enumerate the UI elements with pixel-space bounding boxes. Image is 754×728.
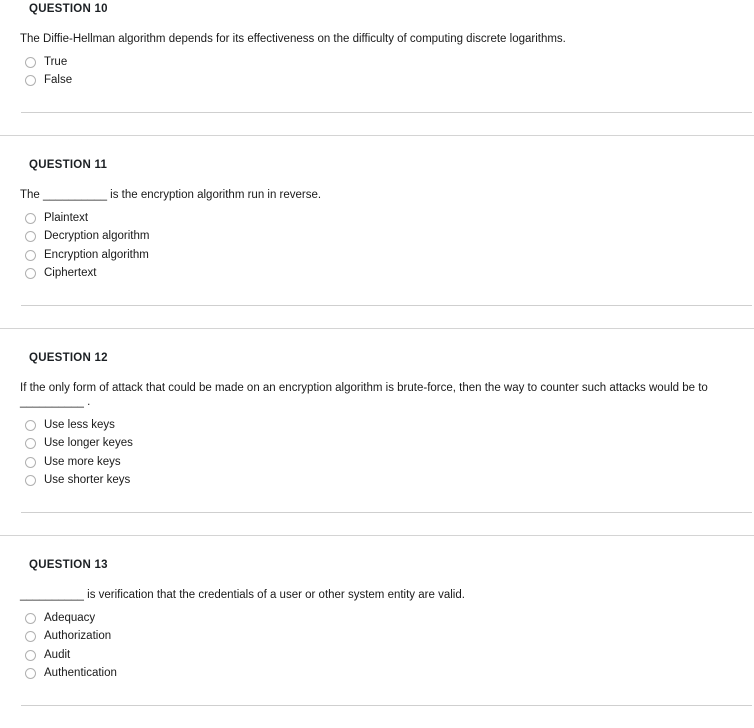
radio-button-icon[interactable] [25, 249, 36, 261]
answer-option-label: Ciphertext [44, 267, 97, 280]
answer-option[interactable]: Encryption algorithm [0, 246, 754, 265]
answer-option[interactable]: Use shorter keys [0, 472, 754, 491]
answer-option-label: Use less keys [44, 418, 115, 431]
question-prompt: __________ is verification that the cred… [20, 589, 465, 601]
question-block: QUESTION 10 The Diffie-Hellman algorithm … [0, 0, 754, 135]
answer-option[interactable]: Decryption algorithm [0, 228, 754, 247]
answer-option[interactable]: True [0, 53, 754, 72]
answer-option-label: Use longer keyes [44, 437, 133, 450]
radio-button-icon[interactable] [25, 212, 36, 224]
answer-option-label: Authorization [44, 630, 112, 643]
answer-option-group: True False [0, 53, 754, 90]
answer-option[interactable]: Audit [0, 646, 754, 665]
question-header: QUESTION 11 [29, 159, 108, 171]
question-header: QUESTION 13 [29, 559, 108, 571]
radio-button-icon[interactable] [25, 631, 36, 643]
question-header: QUESTION 10 [29, 3, 108, 15]
radio-button-icon[interactable] [25, 75, 36, 87]
radio-button-icon[interactable] [25, 612, 36, 624]
radio-button-icon[interactable] [25, 475, 36, 487]
answer-option-label: Decryption algorithm [44, 230, 150, 243]
answer-option-label: Authentication [44, 667, 117, 680]
answer-option-label: Use shorter keys [44, 474, 131, 487]
answer-option[interactable]: Use more keys [0, 453, 754, 472]
question-block: QUESTION 13 __________ is verification th… [0, 535, 754, 728]
question-prompt: The Diffie-Hellman algorithm depends for… [20, 33, 566, 45]
radio-button-icon[interactable] [25, 56, 36, 68]
radio-button-icon[interactable] [25, 668, 36, 680]
answer-option[interactable]: Ciphertext [0, 265, 754, 284]
radio-button-icon[interactable] [25, 419, 36, 431]
radio-button-icon[interactable] [25, 268, 36, 280]
answer-option-label: Use more keys [44, 455, 121, 468]
answer-option-label: Adequacy [44, 611, 96, 624]
answer-option-label: False [44, 74, 73, 87]
answer-option-label: Encryption algorithm [44, 248, 149, 261]
answer-option-group: Use less keys Use longer keyes Use more ke… [0, 416, 754, 490]
answer-option[interactable]: Use less keys [0, 416, 754, 435]
radio-button-icon[interactable] [25, 456, 36, 468]
answer-option[interactable]: Adequacy [0, 609, 754, 628]
answer-option[interactable]: Plaintext [0, 209, 754, 228]
answer-option[interactable]: Use longer keyes [0, 435, 754, 454]
answer-option-label: Plaintext [44, 211, 89, 224]
quiz-question-list: QUESTION 10 The Diffie-Hellman algorithm … [0, 0, 754, 728]
question-block: QUESTION 11 The __________ is the encrypt… [0, 135, 754, 328]
answer-option[interactable]: Authentication [0, 665, 754, 684]
answer-option-group: Adequacy Authorization Audit Authentication [0, 609, 754, 683]
answer-option-label: True [44, 55, 68, 68]
radio-button-icon[interactable] [25, 649, 36, 661]
answer-option[interactable]: False [0, 72, 754, 91]
answer-option[interactable]: Authorization [0, 628, 754, 647]
question-prompt: The __________ is the encryption algorit… [20, 189, 322, 201]
question-block: QUESTION 12 If the only form of attack th… [0, 328, 754, 535]
answer-option-label: Audit [44, 648, 71, 661]
question-header: QUESTION 12 [29, 352, 108, 364]
radio-button-icon[interactable] [25, 231, 36, 243]
question-prompt: If the only form of attack that could be… [20, 382, 708, 408]
radio-button-icon[interactable] [25, 438, 36, 450]
answer-option-group: Plaintext Decryption algorithm Encryption … [0, 209, 754, 283]
